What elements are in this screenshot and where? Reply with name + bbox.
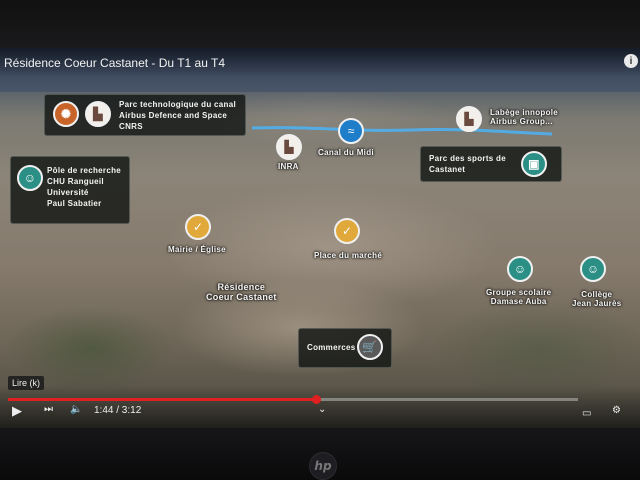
info-icon[interactable]: i bbox=[624, 54, 638, 68]
settings-gear-icon[interactable]: ⚙ bbox=[612, 405, 621, 416]
label-inra: INRA bbox=[278, 162, 299, 171]
volume-icon[interactable]: 🔈 bbox=[70, 404, 82, 415]
label-mairie-eglise: Mairie / Église bbox=[168, 245, 226, 254]
shopping-cart-icon: 🛒 bbox=[357, 334, 383, 360]
subtitles-icon[interactable]: ▭ bbox=[582, 408, 591, 419]
factory-icon-inra: ▙ bbox=[276, 134, 302, 160]
laptop-bezel-top bbox=[0, 0, 640, 48]
label-parc-des-sports: Parc des sports de Castanet ▣ bbox=[420, 146, 562, 182]
next-button[interactable]: ⏭ bbox=[44, 404, 53, 415]
label-groupe-scolaire: Groupe scolaire Damase Auba bbox=[486, 288, 552, 306]
label-residence: Résidence Coeur Castanet bbox=[206, 282, 277, 302]
hp-logo: hp bbox=[309, 452, 337, 480]
label-labege: Labège innopole Airbus Group... bbox=[490, 108, 559, 126]
video-player[interactable]: Résidence Coeur Castanet - Du T1 au T4 i… bbox=[0, 48, 640, 428]
label-place-du-marche: Place du marché bbox=[314, 251, 383, 260]
water-icon: ≈ bbox=[338, 118, 364, 144]
location-pin-icon-mairie: ✓ bbox=[185, 214, 211, 240]
play-tooltip: Lire (k) bbox=[8, 376, 45, 390]
label-commerces: Commerces 🛒 bbox=[298, 328, 392, 368]
play-button[interactable]: ▶ bbox=[12, 403, 22, 419]
stadium-icon: ▣ bbox=[521, 151, 547, 177]
label-canal-du-midi: Canal du Midi bbox=[318, 148, 374, 157]
parc-techno-line-2: Airbus Defence and Space bbox=[119, 111, 228, 120]
factory-icon: ▙ bbox=[85, 101, 111, 127]
canal-river bbox=[252, 126, 552, 136]
location-pin-icon-marche: ✓ bbox=[334, 218, 360, 244]
video-title[interactable]: Résidence Coeur Castanet - Du T1 au T4 bbox=[4, 56, 225, 70]
label-college: Collège Jean Jaurès bbox=[572, 290, 622, 308]
chevron-down-icon[interactable]: ⌄ bbox=[318, 404, 326, 415]
time-display: 1:44 / 3:12 bbox=[94, 405, 142, 416]
progress-fill bbox=[8, 398, 316, 401]
parc-techno-line-3: CNRS bbox=[119, 122, 143, 131]
person-icon-pole: ☺ bbox=[17, 165, 43, 191]
label-pole-de-recherche: ☺ Pôle de recherche CHU Rangueil Univers… bbox=[10, 156, 130, 224]
atom-icon: ✺ bbox=[53, 101, 79, 127]
factory-icon-labege: ▙ bbox=[456, 106, 482, 132]
parc-techno-line-1: Parc technologique du canal bbox=[119, 100, 237, 109]
person-icon-groupe-scolaire: ☺ bbox=[507, 256, 533, 282]
person-icon-college: ☺ bbox=[580, 256, 606, 282]
label-parc-technologique: ✺ ▙ Parc technologique du canal Airbus D… bbox=[44, 94, 246, 136]
progress-bar[interactable] bbox=[8, 395, 578, 404]
progress-thumb[interactable] bbox=[311, 395, 321, 404]
